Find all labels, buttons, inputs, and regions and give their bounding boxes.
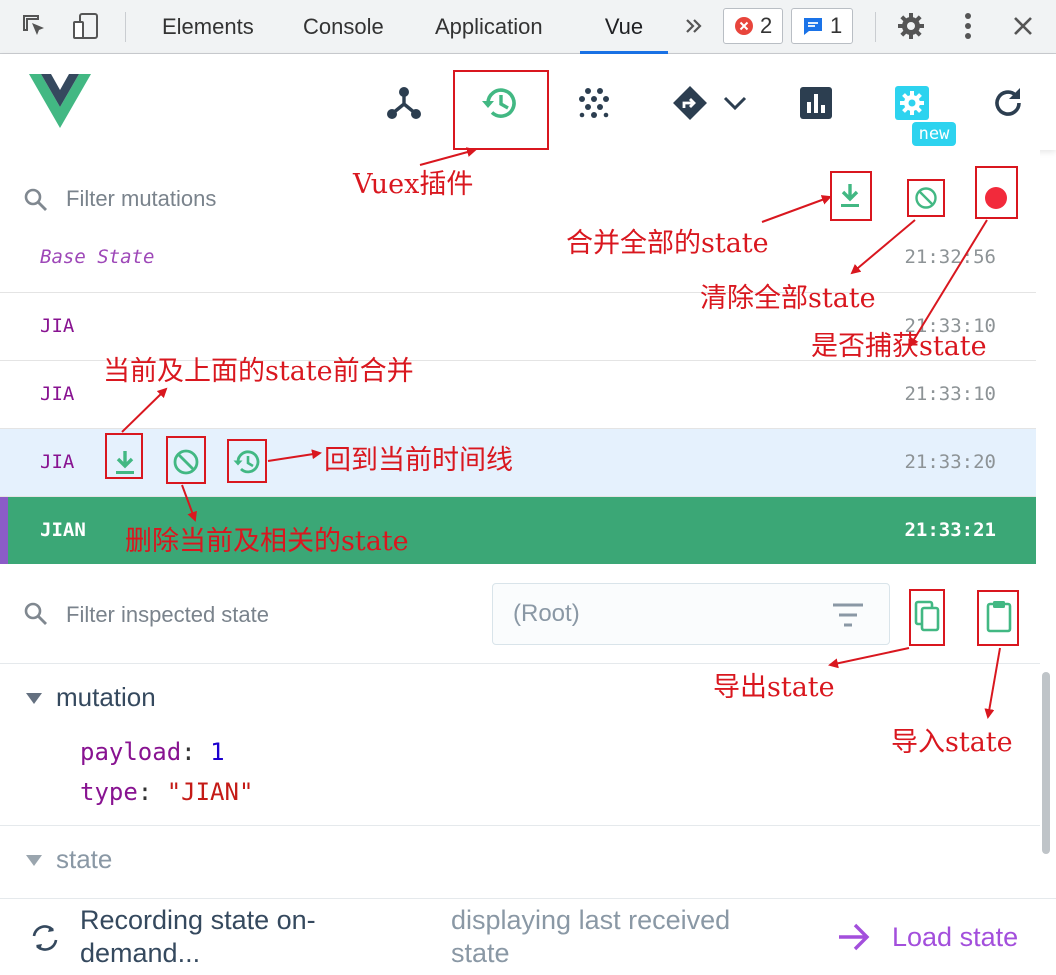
annotation-box-clear-all: [907, 179, 945, 217]
payload-value[interactable]: 1: [210, 738, 224, 766]
message-icon: [804, 18, 822, 35]
annotation-capture-state: 是否捕获state: [811, 331, 987, 362]
selected-indicator: [0, 497, 8, 564]
state-section-title[interactable]: state: [56, 844, 112, 875]
mutation-time: 21:32:56: [904, 248, 996, 268]
tab-elements[interactable]: Elements: [162, 0, 254, 54]
events-icon[interactable]: [570, 78, 620, 128]
annotation-back-to-timeline: 回到当前时间线: [324, 445, 513, 476]
annotation-clear-all-state: 清除全部state: [700, 283, 876, 314]
mutation-row-hovered[interactable]: JIA 21:33:20: [0, 428, 1036, 496]
type-field: type: "JIAN": [80, 778, 254, 806]
inspector-scrollbar[interactable]: [1042, 672, 1050, 854]
annotation-box-import: [977, 590, 1019, 646]
payload-key: payload: [80, 738, 182, 766]
message-count: 1: [830, 13, 843, 38]
mutation-name: Base State: [40, 248, 155, 268]
error-count: 2: [760, 13, 773, 38]
annotation-import-state: 导入state: [891, 727, 1013, 758]
annotation-delete-current-related: 删除当前及相关的state: [125, 526, 409, 557]
recording-status-text: Recording state on-demand...: [80, 905, 316, 968]
kebab-menu-icon[interactable]: [952, 10, 984, 42]
annotation-box-time-travel: [227, 439, 267, 483]
devtools-tab-bar: Elements Console Application Vue 2 1: [0, 0, 1056, 54]
refresh-icon[interactable]: [983, 78, 1033, 128]
annotation-merge-all-state: 合并全部的state: [566, 228, 769, 259]
mutation-row-base-state[interactable]: Base State 21:32:56: [0, 248, 1036, 292]
annotation-box-export: [909, 589, 945, 646]
annotation-merge-current-above: 当前及上面的state前合并: [103, 356, 414, 387]
routing-icon[interactable]: [665, 78, 715, 128]
root-select-value: (Root): [513, 600, 580, 627]
mutation-time: 21:33:20: [904, 451, 996, 473]
inspect-element-icon[interactable]: [18, 10, 50, 42]
chevron-down-icon[interactable]: [710, 78, 760, 128]
bottom-status-bar: Recording state on-demand... displaying …: [0, 898, 1056, 975]
tab-application[interactable]: Application: [435, 0, 543, 54]
annotation-vuex-plugin: Vuex插件: [353, 169, 474, 200]
root-module-select[interactable]: (Root): [492, 583, 890, 645]
toolbar-divider: [125, 12, 126, 42]
state-expand-triangle-icon[interactable]: [26, 855, 42, 866]
load-state-button[interactable]: Load state: [892, 921, 1018, 954]
section-divider: [0, 825, 1040, 826]
components-tree-icon[interactable]: [379, 78, 429, 128]
type-value[interactable]: "JIAN": [167, 778, 254, 806]
mutation-time: 21:33:10: [904, 383, 996, 405]
devtools-settings-gear-icon[interactable]: [895, 10, 927, 42]
search-icon: [22, 600, 50, 628]
close-devtools-icon[interactable]: [1007, 10, 1039, 42]
mutation-name: JIA: [40, 315, 75, 337]
tab-vue[interactable]: Vue: [580, 0, 668, 54]
annotation-box-merge-all: [830, 171, 872, 221]
mutation-expand-triangle-icon[interactable]: [26, 693, 42, 704]
performance-chart-icon[interactable]: [791, 78, 841, 128]
mutation-name: JIA: [40, 383, 75, 405]
search-icon: [22, 186, 50, 214]
mutations-filter-input[interactable]: Filter mutations: [66, 186, 216, 212]
double-chevron-right-icon[interactable]: [678, 10, 710, 42]
annotation-box-revert: [166, 436, 206, 484]
mutations-filter-row: Filter mutations: [0, 150, 1040, 248]
arrow-right-icon: [836, 921, 872, 958]
payload-field: payload: 1: [80, 738, 225, 766]
sync-icon: [30, 923, 60, 958]
type-key: type: [80, 778, 138, 806]
inspected-state-filter-input[interactable]: Filter inspected state: [66, 602, 269, 628]
message-count-badge[interactable]: 1: [791, 8, 854, 44]
vue-logo-icon: [29, 74, 91, 133]
annotation-box-vuex-tab: [453, 70, 549, 150]
settings-icon[interactable]: [887, 78, 937, 128]
mutation-name: JIA: [40, 451, 75, 473]
annotation-export-state: 导出state: [713, 672, 835, 703]
displaying-status-text: displaying last received state: [451, 905, 731, 968]
mutation-time: 21:33:21: [904, 519, 996, 541]
device-toolbar-icon[interactable]: [70, 10, 102, 42]
annotation-box-commit: [105, 433, 143, 479]
filter-lines-icon: [831, 602, 865, 633]
mutations-list: Base State 21:32:56 JIA 21:33:10 JIA 21:…: [0, 248, 1036, 564]
tab-console[interactable]: Console: [303, 0, 384, 54]
error-icon: [735, 17, 753, 35]
settings-new-badge: new: [912, 122, 956, 146]
toolbar-divider: [875, 12, 876, 42]
mutation-section-title[interactable]: mutation: [56, 682, 156, 713]
error-count-badge[interactable]: 2: [723, 8, 784, 44]
annotation-box-record: [975, 166, 1018, 219]
mutation-name: JIAN: [40, 519, 86, 541]
